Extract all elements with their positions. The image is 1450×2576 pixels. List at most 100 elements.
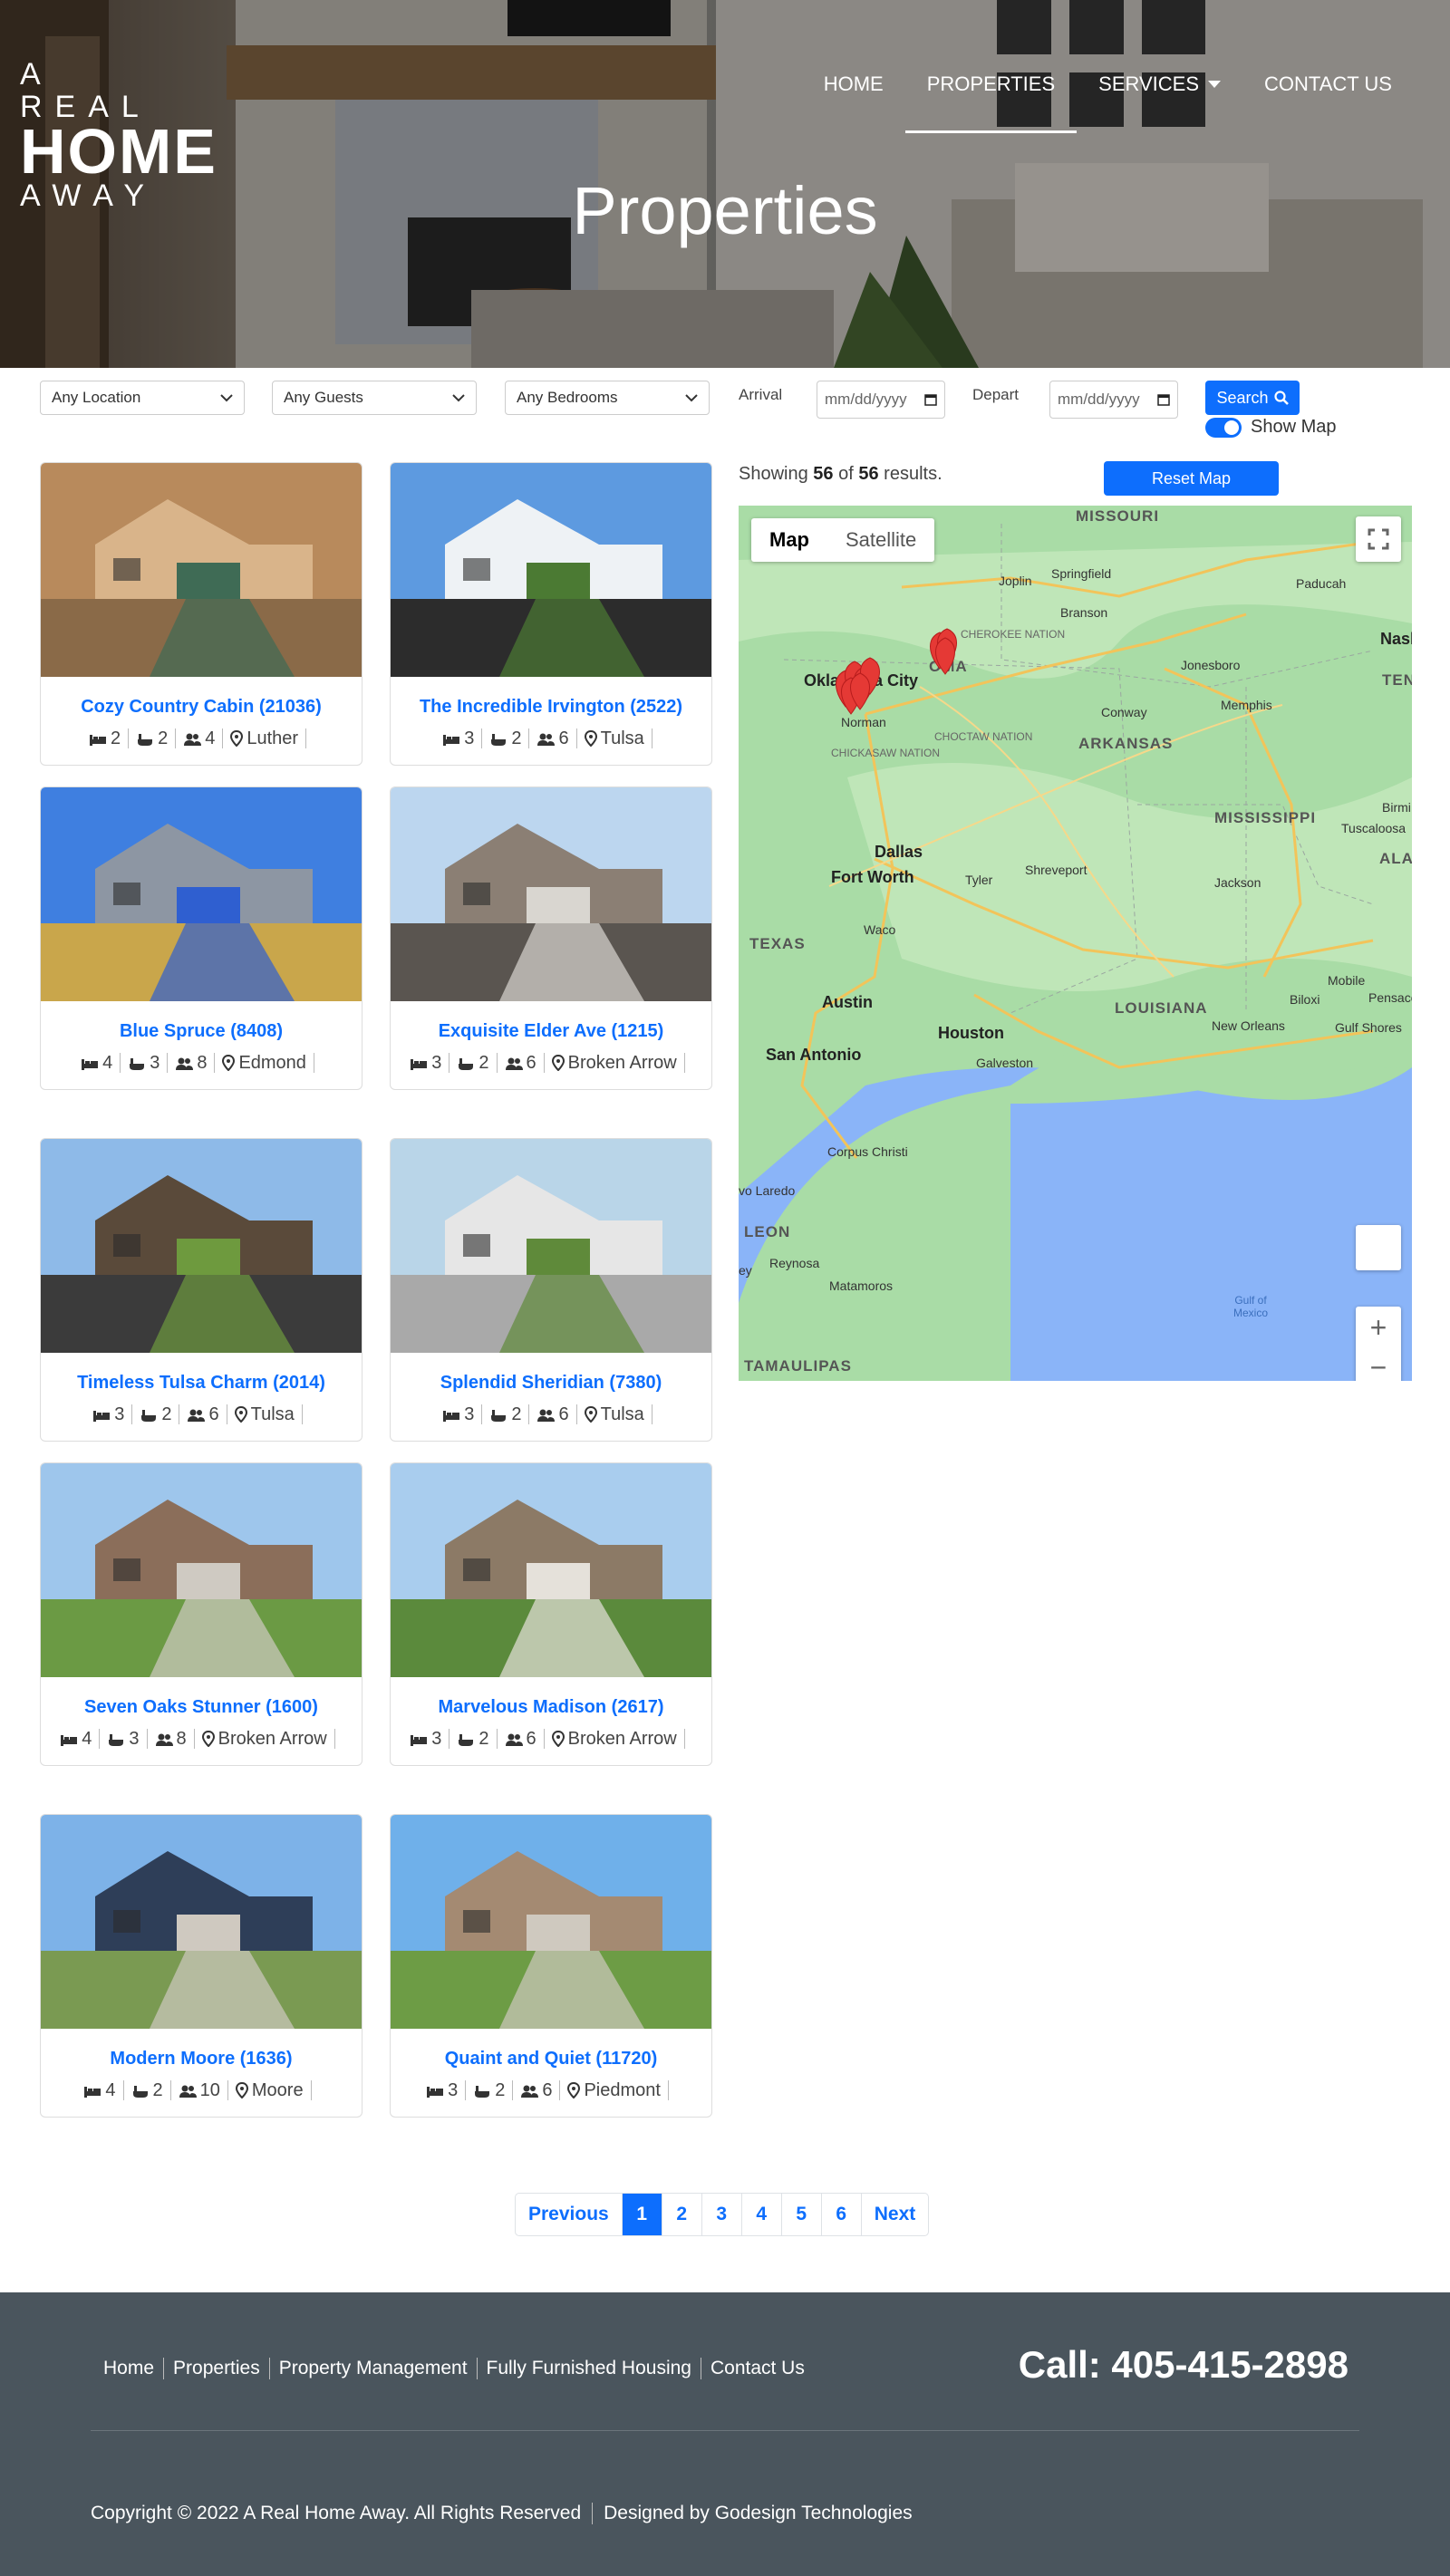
map-label-jonesboro: Jonesboro [1181,658,1241,672]
chevron-down-icon [452,394,465,402]
property-map[interactable]: MISSOURI Joplin Springfield Branson Padu… [739,506,1412,1381]
nav-services[interactable]: SERVICES [1077,72,1242,96]
footer-link-home[interactable]: Home [94,2358,163,2379]
property-card[interactable]: Modern Moore (1636) 4 2 10 Moore [40,1814,362,2118]
property-beds: 3 [92,1404,133,1424]
users-icon [155,1733,173,1746]
property-title[interactable]: Cozy Country Cabin (21036) [41,697,362,718]
map-type-satellite-button[interactable]: Satellite [827,518,934,562]
property-title[interactable]: Timeless Tulsa Charm (2014) [41,1373,362,1394]
location-select[interactable]: Any Location [40,381,245,415]
calendar-icon[interactable] [924,393,937,406]
property-title[interactable]: Modern Moore (1636) [41,2049,362,2069]
zoom-out-button[interactable]: − [1370,1347,1387,1381]
footer-link-property-management[interactable]: Property Management [268,2358,477,2379]
map-label-houston: Houston [938,1024,1004,1042]
property-photo[interactable] [41,787,362,1001]
property-baths: 2 [473,2080,514,2100]
map-label-san-antonio: San Antonio [766,1046,862,1064]
map-label-gulf-shores: Gulf Shores [1335,1020,1402,1035]
footer-link-furnished-housing[interactable]: Fully Furnished Housing [476,2358,701,2379]
nav-home[interactable]: HOME [802,72,905,96]
property-title[interactable]: Splendid Sheridian (7380) [391,1373,711,1394]
arrival-date-input[interactable]: mm/dd/yyyy [817,381,945,419]
bedrooms-select[interactable]: Any Bedrooms [505,381,710,415]
map-type-map-button[interactable]: Map [751,518,827,562]
footer-phone[interactable]: Call: 405-415-2898 [1019,2343,1348,2387]
property-title[interactable]: The Incredible Irvington (2522) [391,697,711,718]
map-tiles[interactable] [739,506,1412,1381]
beds-value: 3 [431,1053,442,1073]
footer-link-properties[interactable]: Properties [163,2358,269,2379]
pagination-next[interactable]: Next [860,2194,929,2235]
map-label-oklahoma-city: Oklahoma City [804,671,919,690]
property-photo[interactable] [391,787,711,1001]
zoom-in-button[interactable]: + [1370,1307,1387,1347]
property-title[interactable]: Marvelous Madison (2617) [391,1697,711,1718]
footer-link-contact[interactable]: Contact Us [700,2358,814,2379]
pagination-page-1[interactable]: 1 [621,2194,662,2235]
property-city: Moore [235,2080,312,2100]
property-card[interactable]: Blue Spruce (8408) 4 3 8 Edmond [40,786,362,1090]
pagination-page-3[interactable]: 3 [701,2194,741,2235]
pagination-page-4[interactable]: 4 [740,2194,781,2235]
property-photo[interactable] [391,1815,711,2029]
property-card[interactable]: Exquisite Elder Ave (1215) 3 2 6 Broken Arr… [390,786,712,1090]
map-label-leon: LEON [744,1223,791,1240]
guests-value: 6 [542,2080,553,2100]
baths-value: 2 [161,1404,172,1424]
guests-select[interactable]: Any Guests [272,381,477,415]
depart-label: Depart [972,386,1020,403]
show-map-switch[interactable] [1205,417,1242,438]
guests-value: 6 [558,728,569,748]
property-title[interactable]: Blue Spruce (8408) [41,1021,362,1042]
pagination-page-6[interactable]: 6 [820,2194,861,2235]
property-photo[interactable] [391,1463,711,1677]
users-icon [505,1057,523,1070]
property-card[interactable]: Splendid Sheridian (7380) 3 2 6 Tulsa [390,1138,712,1442]
search-button[interactable]: Search [1205,381,1300,415]
calendar-icon[interactable] [1157,393,1170,406]
property-card[interactable]: Cozy Country Cabin (21036) 2 2 4 Luther [40,462,362,766]
property-photo[interactable] [41,1139,362,1353]
property-photo[interactable] [41,1815,362,2029]
property-photo-image [41,787,362,1001]
guests-value: 6 [558,1404,569,1424]
pagination-page-2[interactable]: 2 [661,2194,701,2235]
results-prefix: Showing [739,464,808,484]
designer-credit[interactable]: Designed by Godesign Technologies [592,2503,913,2524]
property-photo[interactable] [391,463,711,677]
show-map-toggle[interactable]: Show Map [1205,417,1337,438]
depart-date-input[interactable]: mm/dd/yyyy [1049,381,1178,419]
property-card[interactable]: Seven Oaks Stunner (1600) 4 3 8 Broken Arro… [40,1462,362,1766]
fullscreen-button[interactable] [1356,516,1401,562]
city-value: Broken Arrow [567,1053,677,1073]
property-card[interactable]: The Incredible Irvington (2522) 3 2 6 Tulsa [390,462,712,766]
reset-map-button[interactable]: Reset Map [1104,461,1279,496]
property-guests: 6 [187,1404,227,1424]
property-title[interactable]: Quaint and Quiet (11720) [391,2049,711,2069]
property-card[interactable]: Quaint and Quiet (11720) 3 2 6 Piedmont [390,1814,712,2118]
bath-icon [459,1734,474,1746]
results-suffix: results. [884,464,942,484]
property-title[interactable]: Seven Oaks Stunner (1600) [41,1697,362,1718]
map-label-joplin: Joplin [999,574,1032,588]
property-photo[interactable] [391,1139,711,1353]
nav-home-label: HOME [823,72,884,95]
results-count: Showing 56 of 56 results. [739,464,942,485]
property-card[interactable]: Marvelous Madison (2617) 3 2 6 Broken Arrow [390,1462,712,1766]
property-card[interactable]: Timeless Tulsa Charm (2014) 3 2 6 Tulsa [40,1138,362,1442]
pagination-page-5[interactable]: 5 [780,2194,821,2235]
property-photo[interactable] [41,463,362,677]
property-photo[interactable] [41,1463,362,1677]
city-value: Moore [251,2080,304,2100]
property-guests: 4 [183,728,224,748]
property-title[interactable]: Exquisite Elder Ave (1215) [391,1021,711,1042]
nav-properties[interactable]: PROPERTIES [904,72,1078,133]
pagination-previous[interactable]: Previous [516,2194,622,2235]
nav-services-label: SERVICES [1098,72,1200,95]
nav-contact-us[interactable]: CONTACT US [1242,72,1414,96]
baths-value: 2 [511,728,522,748]
street-view-pegman[interactable] [1356,1225,1401,1270]
property-beds: 3 [410,1053,450,1073]
